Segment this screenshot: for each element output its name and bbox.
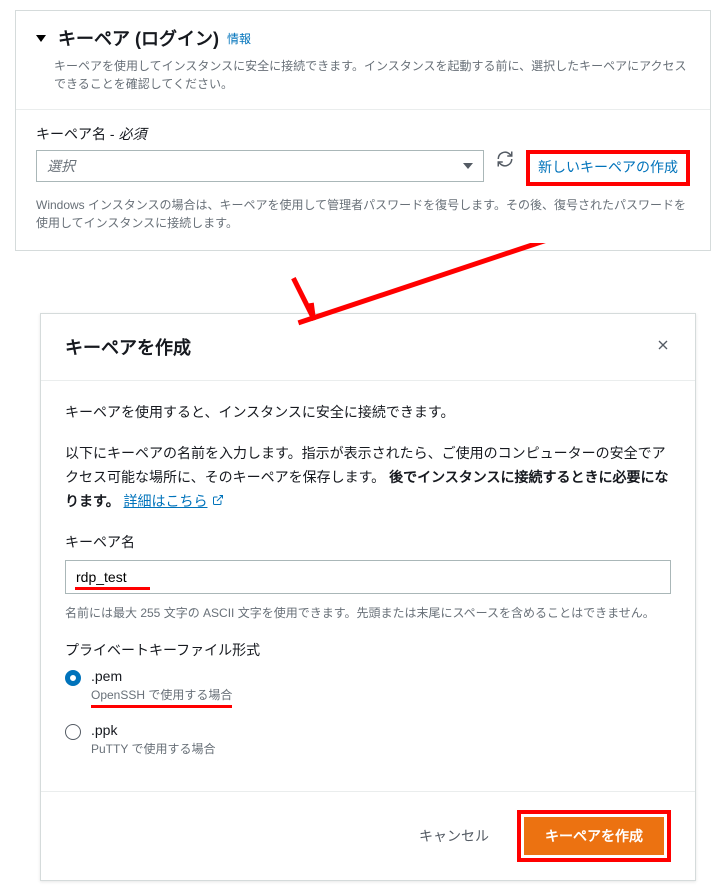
radio-pem[interactable]: .pem OpenSSH で使用する場合 [65, 668, 671, 708]
modal-title: キーペアを作成 [65, 334, 191, 360]
create-keypair-modal: キーペアを作成 キーペアを使用すると、インスタンスに安全に接続できます。 以下に… [40, 313, 696, 881]
keypair-name-input[interactable] [65, 560, 671, 594]
radio-ppk-desc: PuTTY で使用する場合 [91, 740, 215, 757]
select-placeholder: 選択 [47, 156, 75, 176]
keypair-name-field-label: キーペア名 [65, 532, 671, 552]
create-keypair-link[interactable]: 新しいキーペアの作成 [538, 158, 678, 178]
learn-more-link[interactable]: 詳細はこちら [124, 490, 224, 514]
modal-intro: キーペアを使用すると、インスタンスに安全に接続できます。 [65, 401, 671, 425]
caret-down-icon[interactable] [36, 35, 46, 42]
close-button[interactable] [655, 337, 671, 356]
radio-ppk-label: .ppk [91, 722, 215, 738]
keypair-name-input-wrap [65, 560, 671, 594]
keypair-name-help: 名前には最大 255 文字の ASCII 文字を使用できます。先頭または末尾にス… [65, 604, 671, 622]
modal-body: キーペアを使用すると、インスタンスに安全に接続できます。 以下にキーペアの名前を… [41, 381, 695, 791]
radio-ppk-circle[interactable] [65, 724, 81, 740]
field-label-text: キーペア名 - [36, 126, 118, 142]
panel-description: キーペアを使用してインスタンスに安全に接続できます。インスタンスを起動する前に、… [54, 57, 690, 93]
modal-footer: キャンセル キーペアを作成 [41, 791, 695, 880]
windows-help-text: Windows インスタンスの場合は、キーペアを使用して管理者パスワードを復号し… [36, 196, 690, 232]
learn-more-text: 詳細はこちら [124, 490, 208, 514]
external-link-icon [212, 490, 224, 514]
chevron-down-icon [463, 163, 473, 169]
modal-header: キーペアを作成 [41, 314, 695, 381]
file-format-label: プライベートキーファイル形式 [65, 640, 671, 660]
modal-instruction: 以下にキーペアの名前を入力します。指示が表示されたら、ご使用のコンピューターの安… [65, 442, 671, 513]
refresh-icon[interactable] [496, 150, 514, 171]
select-row: 選択 新しいキーペアの作成 [36, 150, 690, 186]
annotation-highlight-create: 新しいキーペアの作成 [526, 150, 690, 186]
radio-ppk[interactable]: .ppk PuTTY で使用する場合 [65, 722, 671, 757]
keypair-panel: キーペア (ログイン) 情報 キーペアを使用してインスタンスに安全に接続できます… [15, 10, 711, 251]
radio-pem-circle[interactable] [65, 670, 81, 686]
required-text: 必須 [118, 126, 146, 142]
info-link[interactable]: 情報 [227, 30, 251, 47]
panel-body: キーペア名 - 必須 選択 新しいキーペアの作成 Windows インスタンスの… [16, 109, 710, 250]
annotation-arrow [15, 253, 711, 313]
radio-pem-desc: OpenSSH で使用する場合 [91, 686, 232, 703]
panel-title-row: キーペア (ログイン) 情報 [36, 25, 690, 51]
annotation-underline-pem: .pem OpenSSH で使用する場合 [91, 668, 232, 708]
keypair-select[interactable]: 選択 [36, 150, 484, 182]
panel-header: キーペア (ログイン) 情報 キーペアを使用してインスタンスに安全に接続できます… [16, 11, 710, 99]
panel-title: キーペア (ログイン) [58, 25, 219, 51]
radio-pem-label: .pem [91, 668, 232, 684]
cancel-button[interactable]: キャンセル [407, 818, 501, 854]
keypair-name-label: キーペア名 - 必須 [36, 124, 690, 144]
annotation-highlight-create-btn: キーペアを作成 [517, 810, 671, 862]
create-keypair-button[interactable]: キーペアを作成 [524, 817, 664, 855]
file-format-radio-group: .pem OpenSSH で使用する場合 .ppk PuTTY で使用する場合 [65, 668, 671, 757]
